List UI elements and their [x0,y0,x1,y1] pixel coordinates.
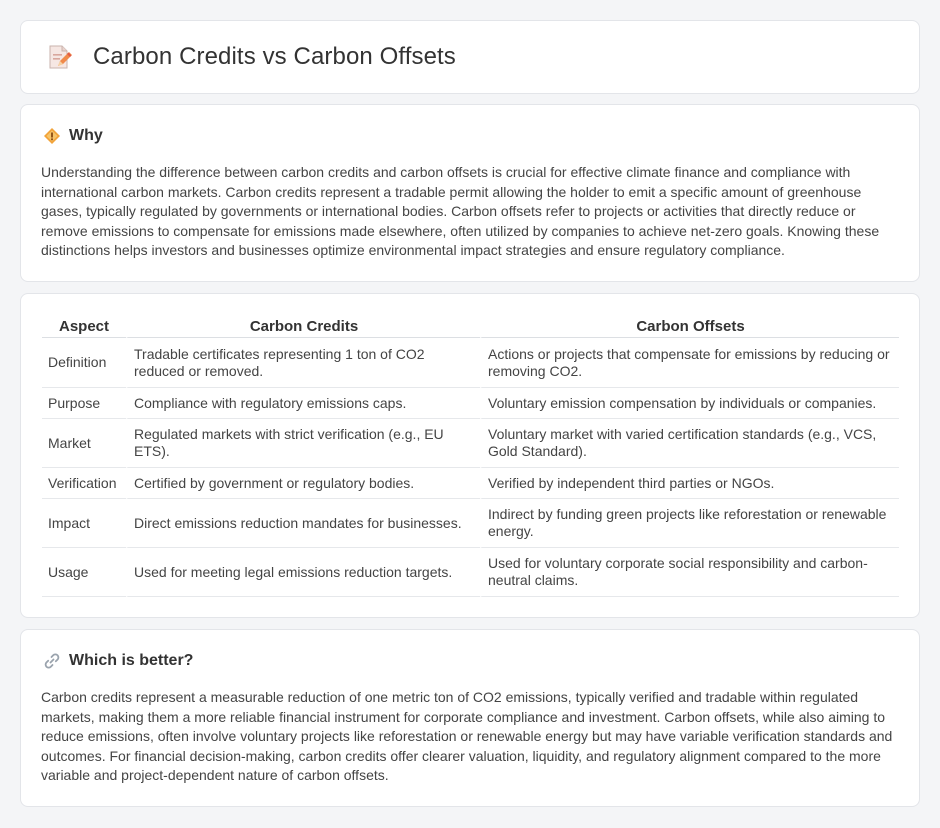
why-text: Understanding the difference between car… [41,164,880,259]
title-card: Carbon Credits vs Carbon Offsets [20,20,920,94]
comparison-table: Aspect Carbon Credits Carbon Offsets Def… [42,316,899,597]
document-pencil-icon [47,43,73,71]
better-title: Which is better? [69,652,194,669]
credits-cell: Certified by government or regulatory bo… [126,468,480,499]
link-icon [43,652,61,670]
credits-cell: Compliance with regulatory emissions cap… [126,388,480,419]
better-header: Which is better? [43,652,193,670]
page-title: Carbon Credits vs Carbon Offsets [93,43,456,70]
header-carbon-offsets: Carbon Offsets [480,316,899,338]
table-row: Verification Certified by government or … [42,468,899,499]
aspect-cell: Purpose [42,388,126,419]
why-header: Why [43,127,103,145]
table-header-row: Aspect Carbon Credits Carbon Offsets [42,316,899,338]
table-row: Impact Direct emissions reduction mandat… [42,499,899,548]
comparison-card: Aspect Carbon Credits Carbon Offsets Def… [20,293,920,618]
offsets-cell: Indirect by funding green projects like … [480,499,899,548]
header-aspect: Aspect [42,316,126,338]
better-card: Which is better? Carbon credits represen… [20,629,920,807]
credits-cell: Regulated markets with strict verificati… [126,419,480,468]
aspect-cell: Definition [42,338,126,388]
table-row: Definition Tradable certificates represe… [42,338,899,388]
aspect-cell: Impact [42,499,126,548]
credits-cell: Direct emissions reduction mandates for … [126,499,480,548]
aspect-cell: Market [42,419,126,468]
credits-cell: Tradable certificates representing 1 ton… [126,338,480,388]
offsets-cell: Actions or projects that compensate for … [480,338,899,388]
offsets-cell: Voluntary emission compensation by indiv… [480,388,899,419]
better-text: Carbon credits represent a measurable re… [41,689,893,784]
title-row: Carbon Credits vs Carbon Offsets [47,43,456,71]
why-card: Why Understanding the difference between… [20,104,920,282]
aspect-cell: Usage [42,548,126,597]
header-carbon-credits: Carbon Credits [126,316,480,338]
diamond-warning-icon [43,127,61,145]
table-row: Market Regulated markets with strict ver… [42,419,899,468]
why-title: Why [69,127,103,144]
offsets-cell: Verified by independent third parties or… [480,468,899,499]
table-row: Usage Used for meeting legal emissions r… [42,548,899,597]
table-row: Purpose Compliance with regulatory emiss… [42,388,899,419]
offsets-cell: Used for voluntary corporate social resp… [480,548,899,597]
offsets-cell: Voluntary market with varied certificati… [480,419,899,468]
credits-cell: Used for meeting legal emissions reducti… [126,548,480,597]
aspect-cell: Verification [42,468,126,499]
